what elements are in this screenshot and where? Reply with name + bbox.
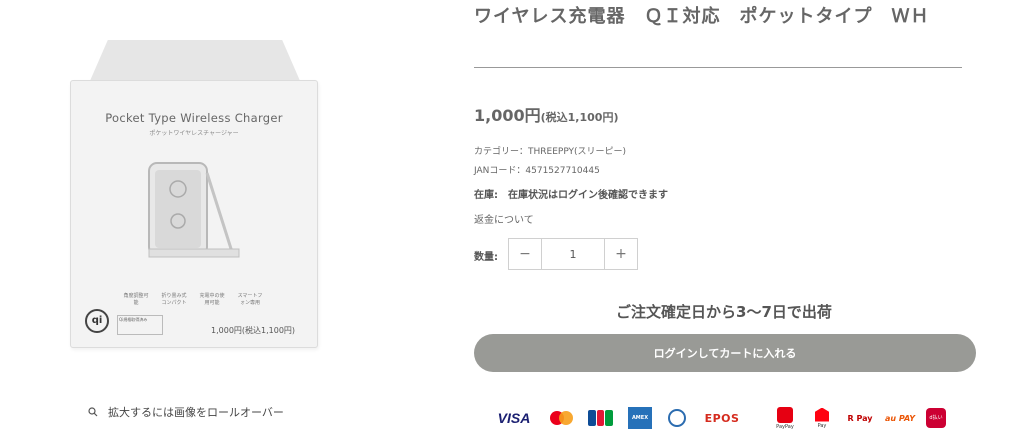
paypay-label: PayPay bbox=[776, 423, 794, 430]
aupay-logo: au PAY bbox=[884, 413, 916, 423]
mastercard-logo bbox=[550, 405, 576, 431]
amex-logo: AMEX bbox=[628, 407, 652, 429]
add-to-cart-button[interactable]: ログインしてカートに入れる bbox=[474, 334, 976, 372]
merpay-label: Pay bbox=[817, 422, 827, 429]
search-icon bbox=[88, 407, 98, 417]
rpay-logo: R Pay bbox=[846, 405, 874, 431]
feature-label: スマートフォン専用 bbox=[237, 293, 263, 306]
zoom-hint-text: 拡大するには画像をロールオーバー bbox=[108, 406, 284, 419]
stock-status: 在庫: 在庫状況はログイン後確認できます bbox=[474, 190, 668, 201]
product-gallery: Pocket Type Wireless Charger ポケットワイヤレスチャ… bbox=[0, 0, 428, 437]
refund-link[interactable]: 返金について bbox=[474, 211, 534, 226]
product-price: 1,000円(税込1,100円) bbox=[474, 102, 618, 126]
increment-button[interactable]: + bbox=[605, 239, 637, 269]
zoom-hint: 拡大するには画像をロールオーバー bbox=[88, 404, 284, 420]
qi-icon: qi bbox=[85, 309, 109, 333]
product-box: Pocket Type Wireless Charger ポケットワイヤレスチャ… bbox=[70, 80, 318, 348]
quantity-input[interactable]: 1 bbox=[541, 239, 605, 269]
charger-illustration bbox=[148, 162, 240, 258]
dpay-logo: d払い bbox=[926, 408, 946, 428]
rpay-label: R Pay bbox=[847, 413, 873, 423]
feature-label: 充電中の使用可能 bbox=[199, 293, 225, 306]
product-jan: JANコード：4571527710445 bbox=[474, 166, 600, 176]
epos-logo: EPOS bbox=[704, 411, 740, 425]
divider bbox=[474, 67, 962, 68]
product-category: カテゴリー：THREEPPY(スリーピー) bbox=[474, 147, 627, 157]
product-title: ワイヤレス充電器 ＱＩ対応 ポケットタイプ ＷＨ bbox=[474, 6, 930, 27]
decrement-button[interactable]: − bbox=[509, 239, 541, 269]
price-tax: (税込1,100円) bbox=[540, 111, 619, 124]
diners-logo bbox=[664, 405, 690, 431]
certification-label: Qi規格取得済み bbox=[117, 315, 163, 335]
merpay-logo: Pay bbox=[812, 405, 832, 431]
feature-label: 角度調整可能 bbox=[123, 293, 149, 306]
quantity-label: 数量: bbox=[474, 252, 498, 263]
product-image[interactable]: Pocket Type Wireless Charger ポケットワイヤレスチャ… bbox=[0, 0, 428, 380]
feature-label: 折り畳み式コンパクト bbox=[161, 293, 187, 306]
box-subtitle: ポケットワイヤレスチャージャー bbox=[149, 130, 239, 137]
paypay-logo: PayPay bbox=[774, 405, 796, 431]
box-title: Pocket Type Wireless Charger bbox=[105, 111, 283, 125]
price-value: 1,000円 bbox=[474, 106, 541, 125]
shipping-note: ご注文確定日から3〜7日で出荷 bbox=[616, 303, 832, 321]
feature-icons: 角度調整可能 折り畳み式コンパクト 充電中の使用可能 スマートフォン専用 bbox=[123, 293, 263, 306]
box-price-label: 1,000円(税込1,100円) bbox=[211, 326, 296, 335]
jcb-logo bbox=[588, 405, 614, 431]
visa-logo: VISA bbox=[497, 410, 531, 426]
quantity-stepper: − 1 + bbox=[508, 238, 638, 270]
